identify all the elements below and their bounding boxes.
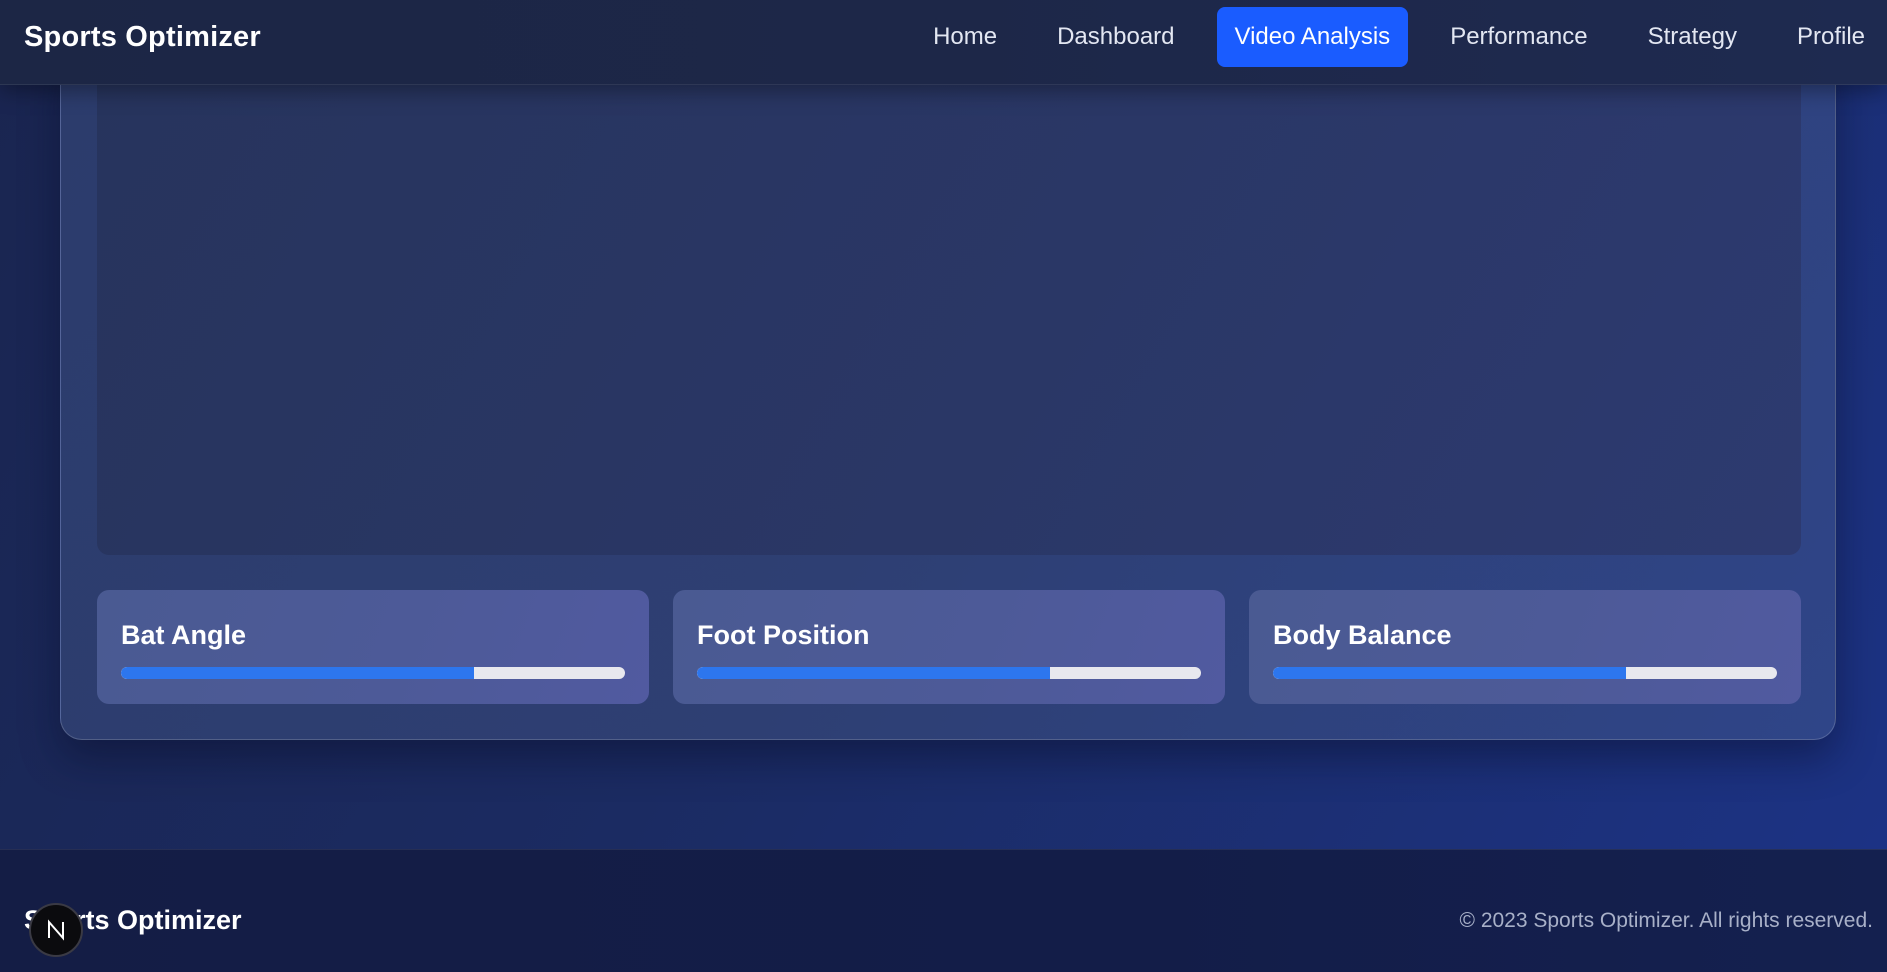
video-player-area[interactable] (97, 71, 1801, 555)
metric-card-foot-position: Foot Position (673, 590, 1225, 704)
main-nav: Home Dashboard Video Analysis Performanc… (903, 7, 1887, 67)
metric-card-body-balance: Body Balance (1249, 590, 1801, 704)
video-analysis-panel: Bat Angle Foot Position Body Balance (60, 40, 1836, 740)
top-navbar: Sports Optimizer Home Dashboard Video An… (0, 0, 1887, 85)
progress-bar (1273, 667, 1777, 679)
metric-label: Body Balance (1273, 620, 1452, 650)
progress-fill (1273, 667, 1626, 679)
progress-fill (697, 667, 1050, 679)
nav-profile[interactable]: Profile (1779, 7, 1883, 67)
metric-label: Bat Angle (121, 620, 247, 650)
progress-bar (697, 667, 1201, 679)
metric-card-bat-angle: Bat Angle (97, 590, 649, 704)
progress-bar (121, 667, 625, 679)
nav-performance[interactable]: Performance (1432, 7, 1605, 67)
copyright-text: © 2023 Sports Optimizer. All rights rese… (1459, 909, 1873, 932)
metrics-row: Bat Angle Foot Position Body Balance (97, 590, 1801, 704)
nav-home[interactable]: Home (915, 7, 1015, 67)
n-glyph-icon (48, 919, 64, 941)
brand-logo[interactable]: Sports Optimizer (24, 21, 261, 54)
nav-strategy[interactable]: Strategy (1630, 7, 1755, 67)
page-footer: Sports Optimizer © 2023 Sports Optimizer… (0, 849, 1887, 972)
progress-fill (121, 667, 474, 679)
nav-dashboard[interactable]: Dashboard (1039, 7, 1192, 67)
nav-video-analysis[interactable]: Video Analysis (1216, 7, 1409, 67)
metric-label: Foot Position (697, 620, 870, 650)
n-logo-icon[interactable] (29, 903, 83, 957)
